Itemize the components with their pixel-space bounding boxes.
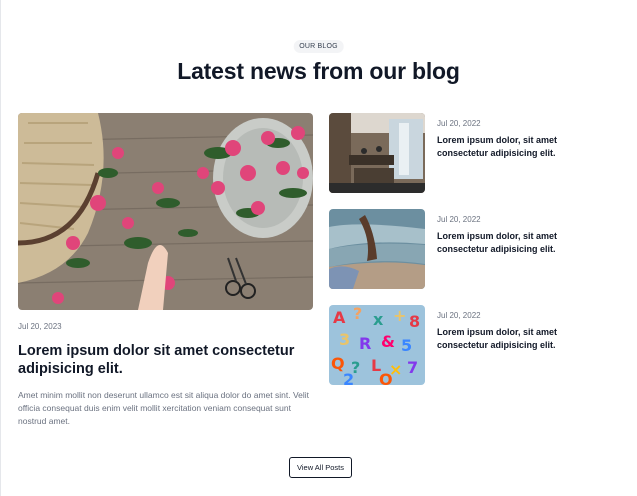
side-post-card[interactable]: Jul 20, 2022 Lorem ipsum dolor, sit amet… xyxy=(329,113,619,193)
svg-text:R: R xyxy=(359,334,371,353)
side-post-date: Jul 20, 2022 xyxy=(437,119,481,128)
svg-text:O: O xyxy=(379,370,393,385)
featured-post-excerpt: Amet minim mollit non deserunt ullamco e… xyxy=(18,390,310,426)
view-all-posts-button[interactable]: View All Posts xyxy=(289,457,352,478)
svg-text:?: ? xyxy=(353,305,362,323)
svg-text:x: x xyxy=(373,310,384,329)
svg-text:7: 7 xyxy=(407,358,418,377)
side-post-title[interactable]: Lorem ipsum dolor, sit amet consectetur … xyxy=(437,134,587,160)
svg-text:8: 8 xyxy=(409,312,420,331)
featured-post-image[interactable] xyxy=(18,113,313,310)
svg-text:+: + xyxy=(393,306,406,325)
svg-text:3: 3 xyxy=(339,330,350,349)
side-post-date: Jul 20, 2022 xyxy=(437,215,481,224)
page-title: Latest news from our blog xyxy=(177,58,460,84)
featured-post-title[interactable]: Lorem ipsum dolor sit amet consectetur a… xyxy=(18,342,318,378)
svg-text:&: & xyxy=(381,332,395,351)
side-post-image-beach[interactable] xyxy=(329,209,425,289)
side-post-image-office[interactable] xyxy=(329,113,425,193)
side-post-image-letters[interactable]: A ? x + 8 3 R & 5 Q ? L × 7 2 O xyxy=(329,305,425,385)
featured-post-date: Jul 20, 2023 xyxy=(18,322,62,331)
svg-text:2: 2 xyxy=(343,370,354,385)
svg-text:5: 5 xyxy=(401,336,412,355)
svg-text:A: A xyxy=(333,308,346,327)
side-post-title[interactable]: Lorem ipsum dolor, sit amet consectetur … xyxy=(437,230,587,256)
section-eyebrow: OUR BLOG xyxy=(293,40,344,53)
side-post-date: Jul 20, 2022 xyxy=(437,311,481,320)
side-post-card[interactable]: Jul 20, 2022 Lorem ipsum dolor, sit amet… xyxy=(329,209,619,289)
side-post-card[interactable]: A ? x + 8 3 R & 5 Q ? L × 7 2 O Jul 20, … xyxy=(329,305,619,385)
side-post-title[interactable]: Lorem ipsum dolor, sit amet consectetur … xyxy=(437,326,587,352)
